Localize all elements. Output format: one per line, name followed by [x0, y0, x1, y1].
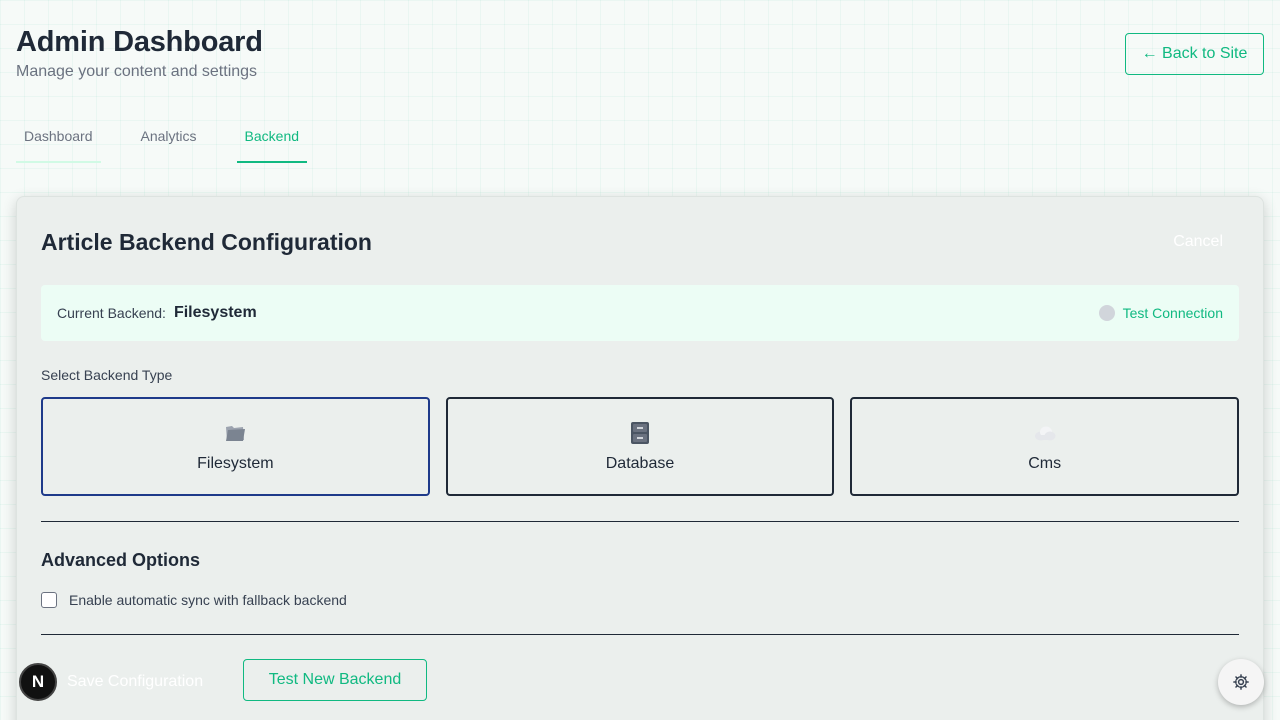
settings-button[interactable]	[1218, 659, 1264, 705]
tab-bar: Dashboard Analytics Backend	[16, 110, 308, 163]
tab-dashboard[interactable]: Dashboard	[16, 110, 101, 163]
gear-icon	[1233, 674, 1249, 690]
current-backend-box: Current Backend: Filesystem Test Connect…	[41, 285, 1239, 341]
current-backend-value: Filesystem	[173, 304, 257, 321]
sync-checkbox[interactable]	[41, 592, 57, 608]
config-title: Article Backend Configuration	[41, 229, 372, 255]
backend-option-database[interactable]: Database	[445, 397, 835, 496]
select-backend-label: Select Backend Type	[41, 367, 173, 383]
backend-config-card: Article Backend Configuration Cancel Cur…	[16, 196, 1264, 720]
sync-option-row[interactable]: Enable automatic sync with fallback back…	[41, 592, 347, 608]
backend-option-label: Filesystem	[197, 454, 274, 472]
cancel-button[interactable]: Cancel	[1173, 233, 1223, 251]
current-backend-label: Current Backend:	[57, 305, 166, 321]
test-connection-button[interactable]: Test Connection	[1098, 305, 1223, 321]
folder-icon	[226, 425, 246, 441]
back-to-site-button[interactable]: ← Back to Site	[1125, 33, 1264, 75]
tab-analytics[interactable]: Analytics	[133, 110, 205, 163]
sync-checkbox-label: Enable automatic sync with fallback back…	[69, 592, 347, 608]
backend-option-cms[interactable]: Cms	[850, 397, 1240, 496]
test-new-backend-button[interactable]: Test New Backend	[243, 659, 427, 701]
tab-backend[interactable]: Backend	[236, 110, 308, 163]
backend-option-label: Cms	[1028, 454, 1062, 472]
divider	[41, 521, 1239, 522]
backend-option-label: Database	[605, 454, 675, 472]
backend-option-filesystem[interactable]: Filesystem	[41, 397, 430, 496]
page-title: Admin Dashboard	[16, 26, 263, 58]
next-dev-badge[interactable]: N	[19, 663, 57, 701]
cloud-icon	[1034, 426, 1056, 440]
connection-status-dot	[1098, 305, 1115, 321]
file-cabinet-icon	[631, 421, 649, 444]
page-subtitle: Manage your content and settings	[16, 63, 258, 80]
advanced-options-title: Advanced Options	[41, 550, 201, 570]
page-header: Admin Dashboard Manage your content and …	[16, 26, 263, 81]
test-connection-label: Test Connection	[1122, 305, 1223, 321]
divider	[41, 634, 1239, 635]
backend-type-options: Filesystem Database Cms	[41, 397, 1240, 496]
save-configuration-button[interactable]: Save Configuration	[67, 673, 203, 691]
